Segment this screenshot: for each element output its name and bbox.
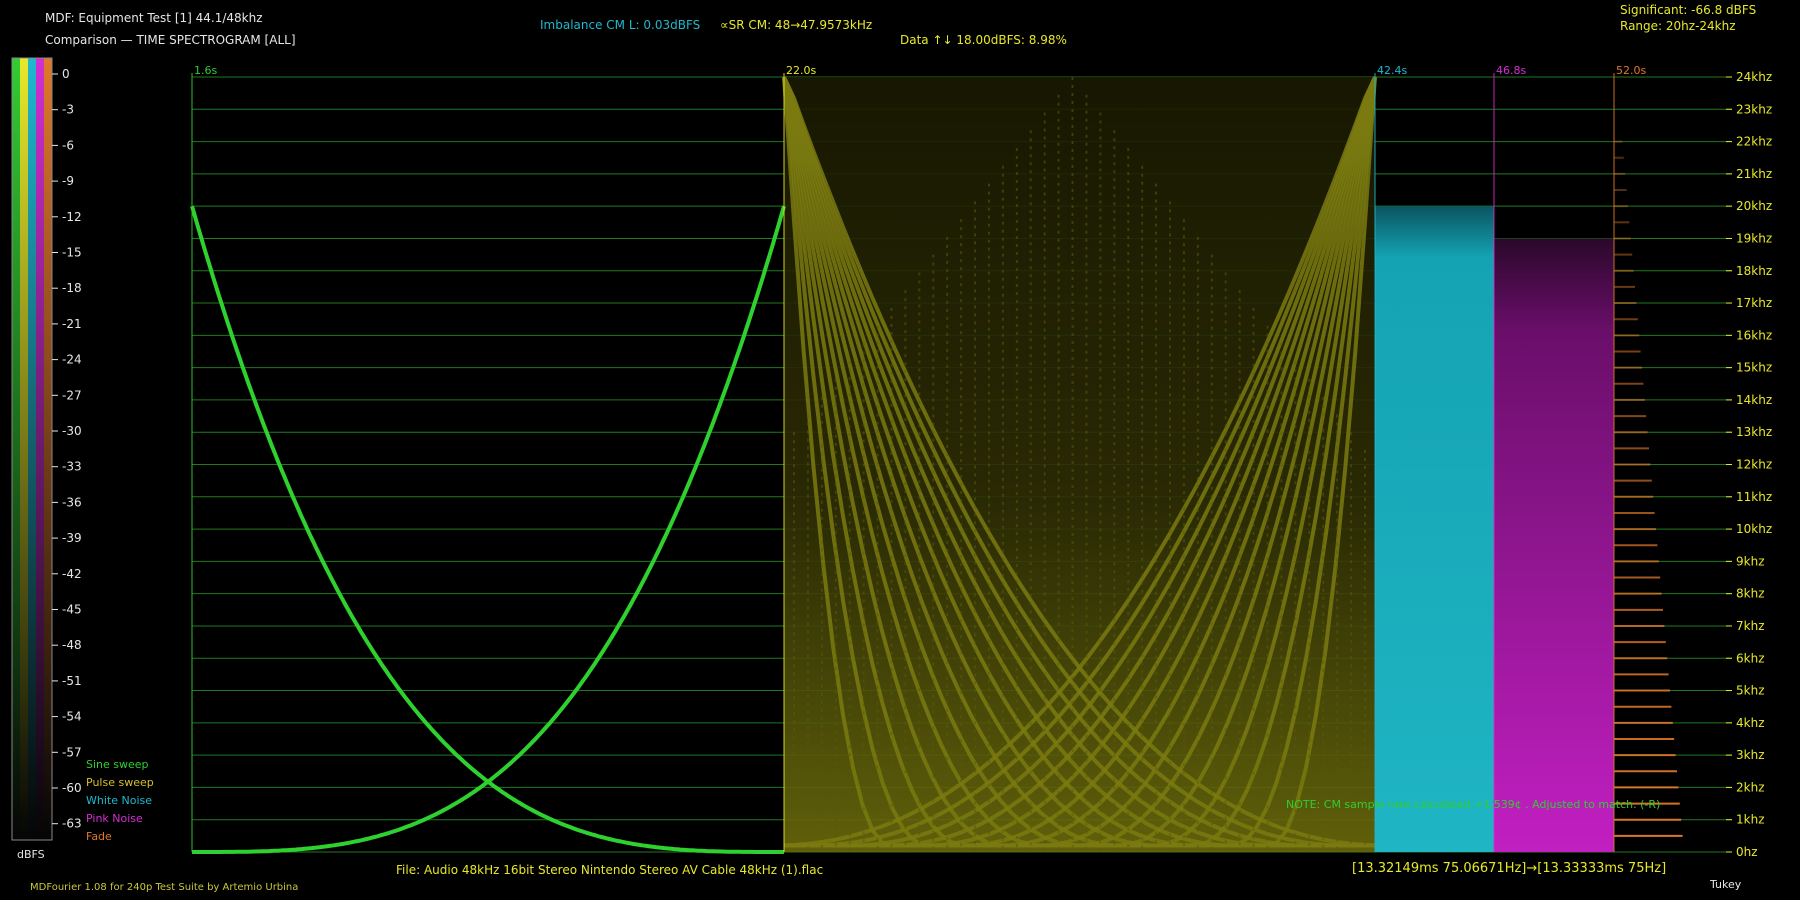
colorbar-tick-label: -15 — [62, 246, 82, 260]
y-tick-label: 14khz — [1736, 393, 1772, 407]
y-tick-label: 10khz — [1736, 522, 1772, 536]
window-function-label: Tukey — [1710, 878, 1742, 891]
footer-credits: MDFourier 1.08 for 240p Test Suite by Ar… — [30, 882, 299, 893]
legend-item-sine-sweep: Sine sweep — [86, 758, 149, 771]
time-marker-label: 22.0s — [786, 64, 816, 77]
colorbar-tick-label: -39 — [62, 531, 82, 545]
y-tick-label: 13khz — [1736, 425, 1772, 439]
y-tick-label: 12khz — [1736, 458, 1772, 472]
colorbar-tick-label: -54 — [62, 710, 82, 724]
legend-item-fade: Fade — [86, 830, 112, 843]
colorbar-tick-label: -6 — [62, 138, 74, 152]
y-tick-label: 6khz — [1736, 651, 1765, 665]
y-tick-label: 15khz — [1736, 361, 1772, 375]
y-tick-label: 20khz — [1736, 199, 1772, 213]
y-tick-label: 17khz — [1736, 296, 1772, 310]
pulse-sweep-region — [784, 77, 1375, 852]
colorbar-tick-label: -24 — [62, 353, 82, 367]
y-tick-label: 22khz — [1736, 135, 1772, 149]
legend-item-pulse-sweep: Pulse sweep — [86, 776, 154, 789]
colorbar-tick-label: -18 — [62, 281, 82, 295]
white-noise-region — [1375, 206, 1494, 852]
colorbar-stripe — [20, 58, 28, 840]
range-readout: Range: 20hz-24khz — [1620, 19, 1736, 33]
header-title: MDF: Equipment Test [1] 44.1/48khz — [45, 11, 263, 25]
imbalance-readout: Imbalance CM L: 0.03dBFS — [540, 18, 701, 32]
footer-file: File: Audio 48kHz 16bit Stereo Nintendo … — [396, 863, 824, 877]
y-tick-label: 16khz — [1736, 328, 1772, 342]
y-tick-label: 3khz — [1736, 748, 1765, 762]
colorbar-stripe — [12, 58, 20, 840]
frequency-axis: 0hz 1khz 2khz 3khz 4khz 5khz 6khz 7khz 8khz 9khz 1… — [1726, 70, 1772, 859]
y-tick-label: 2khz — [1736, 780, 1765, 794]
colorbar-stripe — [36, 58, 44, 840]
time-marker-label: 42.4s — [1377, 64, 1407, 77]
colorbar-tick-label: -57 — [62, 745, 82, 759]
y-tick-label: 1khz — [1736, 813, 1765, 827]
footer-timing: [13.32149ms 75.06671Hz]→[13.33333ms 75Hz… — [1352, 861, 1667, 876]
time-marker-label: 52.0s — [1616, 64, 1646, 77]
colorbar-tick-label: -36 — [62, 495, 82, 509]
colorbar-stripe — [28, 58, 36, 840]
colorbar-tick-label: -48 — [62, 638, 82, 652]
colorbar-tick-label: -12 — [62, 210, 82, 224]
colorbar-tick-label: -51 — [62, 674, 82, 688]
significant-readout: Significant: -66.8 dBFS — [1620, 3, 1757, 17]
colorbar-unit-label: dBFS — [17, 848, 45, 861]
colorbar-tick-label: -27 — [62, 388, 82, 402]
colorbar-tick-label: -45 — [62, 603, 82, 617]
colorbar-tick-label: 0 — [62, 67, 70, 81]
time-marker-label: 1.6s — [194, 64, 217, 77]
y-tick-label: 21khz — [1736, 167, 1772, 181]
colorbar-tick-label: -60 — [62, 781, 82, 795]
y-tick-label: 4khz — [1736, 716, 1765, 730]
colorbar-tick-label: -30 — [62, 424, 82, 438]
colorbar-stripe — [44, 58, 52, 840]
colorbar-tick-label: -21 — [62, 317, 82, 331]
y-tick-label: 5khz — [1736, 684, 1765, 698]
colorbar-tick-label: -3 — [62, 103, 74, 117]
y-tick-label: 7khz — [1736, 619, 1765, 633]
y-tick-label: 23khz — [1736, 102, 1772, 116]
y-tick-label: 19khz — [1736, 231, 1772, 245]
data-diff-readout: Data ↑↓ 18.00dBFS: 8.98% — [900, 33, 1067, 47]
y-tick-label: 24khz — [1736, 70, 1772, 84]
legend: Sine sweep Pulse sweep White Noise Pink … — [86, 756, 154, 846]
header-subtitle: Comparison — TIME SPECTROGRAM [ALL] — [45, 33, 296, 47]
time-marker-label: 46.8s — [1496, 64, 1526, 77]
colorbar-tick-label: -33 — [62, 460, 82, 474]
legend-item-white-noise: White Noise — [86, 794, 152, 807]
legend-item-pink-noise: Pink Noise — [86, 812, 143, 825]
colorbar-tick-label: -63 — [62, 817, 82, 831]
colorbar-tick-label: -42 — [62, 567, 82, 581]
y-tick-label: 18khz — [1736, 264, 1772, 278]
colorbar-tick-label: -9 — [62, 174, 74, 188]
y-tick-label: 0hz — [1736, 845, 1758, 859]
sample-rate-note: NOTE: CM sample rate calculated +1.539¢ … — [1286, 798, 1661, 811]
y-tick-label: 9khz — [1736, 554, 1765, 568]
sample-rate-readout: ∝SR CM: 48→47.9573kHz — [720, 18, 873, 32]
colorbar: 0 -3 -6 -9 -12 -15 -18 -21 -24 -27 -30 -33 -36 -39 -42… — [11, 57, 82, 841]
pink-noise-region — [1494, 238, 1614, 853]
y-tick-label: 11khz — [1736, 490, 1772, 504]
spectrogram-chart: 1.6s 22.0s 42.4s 46.8s 52.0s 0hz 1khz 2khz 3khz… — [11, 57, 1772, 859]
y-tick-label: 8khz — [1736, 587, 1765, 601]
